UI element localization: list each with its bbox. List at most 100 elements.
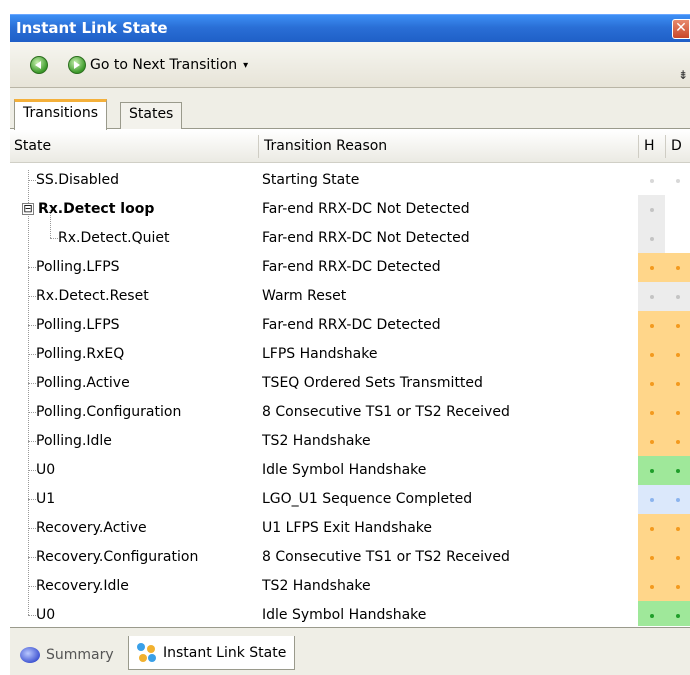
table-row[interactable]: SS.Disabled Starting State — [10, 166, 690, 195]
state-cell: U0 — [36, 462, 56, 478]
h-indicator-cell — [638, 195, 665, 224]
tab-instant-link-state-label: Instant Link State — [163, 644, 287, 661]
h-indicator-cell — [638, 543, 665, 572]
reason-cell: 8 Consecutive TS1 or TS2 Received — [262, 404, 510, 420]
state-cell: U1 — [36, 491, 56, 507]
d-indicator-cell — [665, 224, 690, 253]
reason-cell: Far-end RRX-DC Not Detected — [262, 230, 470, 246]
reason-cell: TSEQ Ordered Sets Transmitted — [262, 375, 483, 391]
d-indicator-cell — [665, 427, 690, 456]
h-indicator-cell — [638, 514, 665, 543]
status-dot — [649, 526, 654, 531]
column-header-h[interactable]: H — [640, 130, 665, 163]
table-row[interactable]: Polling.LFPS Far-end RRX-DC Detected — [10, 311, 690, 340]
h-indicator-cell — [638, 282, 665, 311]
status-dot — [675, 352, 680, 357]
table-row[interactable]: U0 Idle Symbol Handshake — [10, 456, 690, 485]
state-cell: Polling.Idle — [36, 433, 112, 449]
table-row[interactable]: Polling.Configuration 8 Consecutive TS1 o… — [10, 398, 690, 427]
tab-states-label: States — [129, 106, 174, 122]
status-dot — [649, 265, 654, 270]
tab-instant-link-state[interactable]: Instant Link State — [128, 636, 296, 670]
grid-header: State Transition Reason H D — [10, 130, 690, 163]
table-row[interactable]: Polling.Active TSEQ Ordered Sets Transmit… — [10, 369, 690, 398]
status-dot — [649, 381, 654, 386]
status-dot — [649, 555, 654, 560]
status-dot — [649, 294, 654, 299]
state-cell: Polling.Active — [36, 375, 130, 391]
status-dot — [649, 584, 654, 589]
tab-summary-label: Summary — [46, 647, 114, 663]
status-dot — [649, 323, 654, 328]
d-indicator-cell — [665, 398, 690, 427]
state-cell: Polling.Configuration — [36, 404, 182, 420]
state-cell: U0 — [36, 607, 56, 623]
status-dot — [675, 323, 680, 328]
tab-transitions[interactable]: Transitions — [14, 99, 107, 130]
column-header-state[interactable]: State — [10, 130, 260, 163]
h-indicator-cell — [638, 369, 665, 398]
state-cell: SS.Disabled — [36, 172, 120, 188]
status-dot — [649, 439, 654, 444]
reason-cell: Far-end RRX-DC Not Detected — [262, 201, 470, 217]
state-cell: Recovery.Active — [36, 520, 147, 536]
status-dot — [649, 236, 654, 241]
bottom-tab-bar: Summary Instant Link State — [10, 627, 690, 675]
h-indicator-cell — [638, 166, 665, 195]
d-indicator-cell — [665, 601, 690, 626]
reason-cell: Warm Reset — [262, 288, 347, 304]
status-dot — [649, 497, 654, 502]
next-transition-button[interactable]: Go to Next Transition ▾ — [68, 54, 248, 76]
table-row[interactable]: Recovery.Active U1 LFPS Exit Handshake — [10, 514, 690, 543]
column-header-d[interactable]: D — [667, 130, 690, 163]
table-row[interactable]: Rx.Detect.Quiet Far-end RRX-DC Not Detect… — [10, 210, 690, 253]
status-dot — [675, 468, 680, 473]
transitions-grid: State Transition Reason H D SS.Disabled S… — [10, 130, 690, 626]
table-row[interactable]: U0 Idle Symbol Handshake — [10, 601, 690, 626]
state-cell: Rx.Detect.Reset — [36, 288, 149, 304]
reason-cell: TS2 Handshake — [262, 433, 371, 449]
toolbar-overflow-icon[interactable]: ⇟ — [678, 68, 688, 82]
h-indicator-cell — [638, 398, 665, 427]
chevron-down-icon[interactable]: ▾ — [243, 60, 248, 71]
d-indicator-cell — [665, 282, 690, 311]
tab-summary[interactable]: Summary — [12, 638, 122, 672]
reason-cell: U1 LFPS Exit Handshake — [262, 520, 433, 536]
table-row[interactable]: U1 LGO_U1 Sequence Completed — [10, 485, 690, 514]
next-transition-label: Go to Next Transition — [90, 57, 238, 73]
forward-arrow-icon — [68, 56, 86, 74]
d-indicator-cell — [665, 311, 690, 340]
summary-icon — [20, 647, 40, 663]
h-indicator-cell — [638, 456, 665, 485]
reason-cell: TS2 Handshake — [262, 578, 371, 594]
toolbar: Go to Next Transition ▾ ⇟ — [10, 42, 690, 88]
status-dot — [675, 381, 680, 386]
table-row[interactable]: ⊟ Rx.Detect loop Far-end RRX-DC Not Detect… — [10, 195, 690, 224]
tab-states[interactable]: States — [120, 102, 183, 129]
table-row[interactable]: Polling.Idle TS2 Handshake — [10, 427, 690, 456]
state-cell: Rx.Detect.Quiet — [58, 230, 170, 246]
table-row[interactable]: Polling.LFPS Far-end RRX-DC Detected — [10, 253, 690, 282]
d-indicator-cell — [665, 456, 690, 485]
status-dot — [675, 613, 680, 618]
reason-cell: Far-end RRX-DC Detected — [262, 317, 441, 333]
h-indicator-cell — [638, 224, 665, 253]
title-bar: Instant Link State ✕ — [10, 14, 690, 42]
tab-strip: Transitions States — [10, 88, 690, 130]
status-dot — [649, 352, 654, 357]
table-row[interactable]: Recovery.Idle TS2 Handshake — [10, 572, 690, 601]
table-row[interactable]: Recovery.Configuration 8 Consecutive TS1 … — [10, 543, 690, 572]
d-indicator-cell — [665, 340, 690, 369]
reason-cell: LFPS Handshake — [262, 346, 378, 362]
status-dot — [649, 613, 654, 618]
reason-cell: Idle Symbol Handshake — [262, 462, 427, 478]
reason-cell: LGO_U1 Sequence Completed — [262, 491, 473, 507]
tab-transitions-label: Transitions — [23, 105, 98, 121]
column-header-reason[interactable]: Transition Reason — [260, 130, 640, 163]
status-dot — [649, 178, 654, 183]
back-button[interactable] — [30, 54, 48, 76]
window-title: Instant Link State — [16, 19, 168, 37]
table-row[interactable]: Rx.Detect.Reset Warm Reset — [10, 282, 690, 311]
table-row[interactable]: Polling.RxEQ LFPS Handshake — [10, 340, 690, 369]
close-icon[interactable]: ✕ — [672, 19, 690, 39]
